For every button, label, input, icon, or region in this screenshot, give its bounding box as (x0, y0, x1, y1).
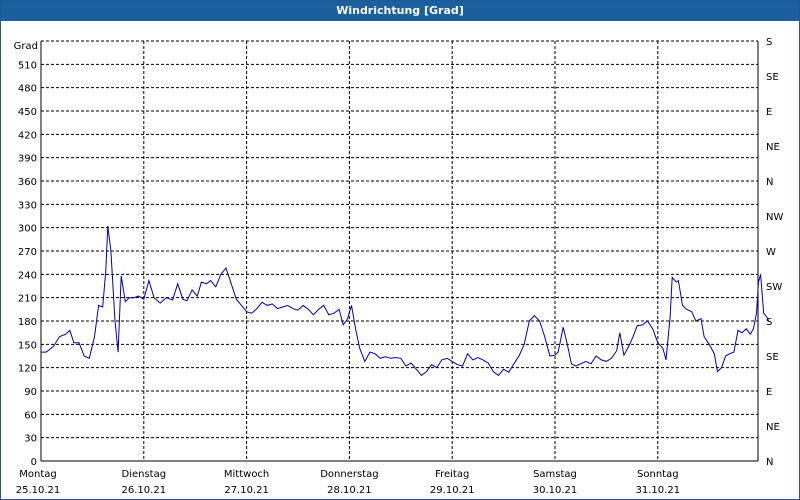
y-tick-label: 270 (18, 247, 37, 258)
x-day-label: Sonntag (637, 469, 679, 480)
chart-window: Windrichtung [Grad] 0 30 60 90 120 150 180 210 2… (0, 0, 800, 500)
y-tick-label: 420 (18, 130, 37, 141)
y-tick-label: 180 (18, 317, 37, 328)
right-axis-label: NW (766, 212, 783, 223)
right-axis-label: NE (766, 142, 780, 153)
right-axis-label: NE (766, 422, 780, 433)
x-date-label: 27.10.21 (224, 485, 269, 496)
x-date-label: 28.10.21 (327, 485, 372, 496)
y-tick-label: 240 (18, 270, 37, 281)
y-tick-label: 120 (18, 364, 37, 375)
x-date-label: 29.10.21 (430, 485, 475, 496)
x-date-label: 25.10.21 (16, 485, 61, 496)
y-tick-label: 510 (18, 60, 37, 71)
right-axis-label: S (766, 37, 772, 48)
y-tick-label: 300 (18, 224, 37, 235)
y-tick-label: 30 (24, 434, 37, 445)
wind-direction-chart: 0 30 60 90 120 150 180 210 240 270 300 330 360 390 420… (14, 37, 784, 496)
right-axis-label: N (766, 177, 773, 188)
x-date-label: 31.10.21 (636, 485, 681, 496)
y-tick-label: 210 (18, 294, 37, 305)
y-tick-label: 480 (18, 84, 37, 95)
x-day-label: Samstag (533, 469, 577, 480)
x-day-label: Mittwoch (224, 469, 269, 480)
y-tick-label: 450 (18, 107, 37, 118)
right-axis-label: S (766, 317, 772, 328)
x-day-label: Donnerstag (320, 469, 378, 480)
x-day-label: Dienstag (122, 469, 167, 480)
y-tick-label: 150 (18, 340, 37, 351)
x-day-label: Montag (19, 469, 56, 480)
y-tick-label: 360 (18, 177, 37, 188)
x-date-label: 26.10.21 (122, 485, 167, 496)
right-axis-label: SW (766, 282, 782, 293)
right-axis-label: W (766, 247, 776, 258)
y-tick-label: 330 (18, 200, 37, 211)
right-axis-label: SE (766, 72, 779, 83)
y-tick-label: 390 (18, 154, 37, 165)
y-tick-label: 60 (24, 410, 37, 421)
wind-direction-series-line (41, 226, 770, 377)
right-axis-label: SE (766, 352, 779, 363)
y-tick-label: 90 (24, 387, 37, 398)
right-axis-label: E (766, 107, 772, 118)
y-axis-label: Grad (14, 41, 38, 52)
x-date-label: 30.10.21 (533, 485, 578, 496)
x-day-label: Freitag (435, 469, 469, 480)
right-axis-label: N (766, 457, 773, 468)
y-tick-label: 0 (31, 457, 37, 468)
right-axis-label: E (766, 387, 772, 398)
